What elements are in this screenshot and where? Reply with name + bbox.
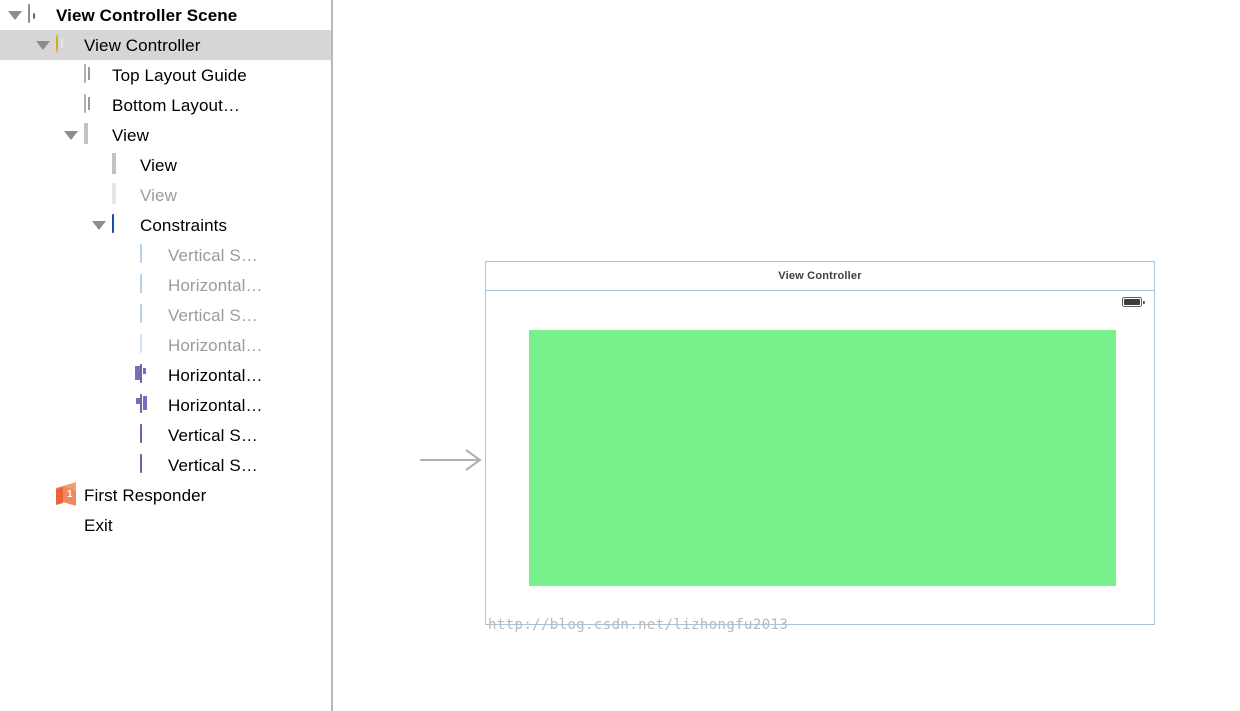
view-controller-icon	[56, 33, 58, 53]
outline-row[interactable]: Exit	[0, 510, 331, 540]
view-icon	[84, 122, 88, 144]
row-icon-slot	[56, 33, 77, 56]
outline-row-label: Exit	[84, 515, 113, 535]
outline-row[interactable]: View	[0, 120, 331, 150]
outline-row[interactable]: Top Layout Guide	[0, 60, 331, 90]
outline-row-label: First Responder	[84, 485, 207, 505]
outline-row[interactable]: View	[0, 180, 331, 210]
row-icon-slot	[140, 333, 161, 356]
bottom-layout-guide-icon	[84, 93, 90, 113]
outline-row-label: View	[140, 185, 177, 205]
outline-row-label: Vertical S…	[168, 245, 258, 265]
outline-row-label: View	[112, 125, 149, 145]
constraint-vertical-bottom-icon	[140, 453, 142, 473]
row-icon-slot	[84, 63, 105, 86]
outline-row[interactable]: Horizontal…	[0, 330, 331, 360]
constraint-icon	[140, 303, 151, 323]
outline-row-label: Horizontal…	[168, 365, 263, 385]
outline-row[interactable]: Horizontal…	[0, 390, 331, 420]
constraint-vertical-top-icon	[140, 423, 142, 443]
row-icon-slot	[140, 273, 161, 296]
constraint-icon	[140, 333, 151, 353]
outline-row[interactable]: Constraints	[0, 210, 331, 240]
row-icon-slot: 1	[56, 481, 77, 506]
outline-row[interactable]: View Controller Scene	[0, 0, 331, 30]
outline-row-label: Bottom Layout…	[112, 95, 241, 115]
watermark-text: http://blog.csdn.net/lizhongfu2013	[488, 617, 789, 633]
outline-row[interactable]: View	[0, 150, 331, 180]
scene-title: View Controller	[778, 270, 862, 282]
disclosure-triangle-icon[interactable]	[92, 220, 106, 230]
green-subview[interactable]	[529, 330, 1116, 586]
scene-titlebar: View Controller	[486, 262, 1154, 291]
outline-row[interactable]: Horizontal…	[0, 270, 331, 300]
disclosure-triangle-icon[interactable]	[36, 40, 50, 50]
simulated-status-bar	[486, 291, 1154, 313]
outline-row[interactable]: Vertical S…	[0, 300, 331, 330]
outline-row[interactable]: Bottom Layout…	[0, 90, 331, 120]
row-icon-slot	[84, 122, 105, 146]
outline-row-label: Vertical S…	[168, 455, 258, 475]
outline-row[interactable]: Vertical S…	[0, 450, 331, 480]
row-icon-slot	[84, 93, 105, 116]
disclosure-triangle-icon[interactable]	[8, 10, 22, 20]
constraint-icon	[140, 273, 151, 293]
view-controller-scene-frame[interactable]: View Controller http://blog.csdn.net/liz…	[485, 261, 1155, 633]
row-icon-slot	[140, 453, 161, 476]
outline-row-label: Top Layout Guide	[112, 65, 247, 85]
row-icon-slot	[112, 182, 133, 206]
outline-row[interactable]: View Controller	[0, 30, 331, 60]
view-icon	[112, 182, 116, 204]
row-icon-slot	[112, 213, 133, 236]
row-icon-slot	[112, 152, 133, 176]
outline-row-label: Vertical S…	[168, 305, 258, 325]
constraint-icon	[140, 243, 151, 263]
outline-row-label: Horizontal…	[168, 335, 263, 355]
outline-row[interactable]: Vertical S…	[0, 240, 331, 270]
storyboard-canvas[interactable]: View Controller http://blog.csdn.net/liz…	[335, 0, 1240, 711]
outline-row-label: View Controller Scene	[56, 5, 238, 25]
view-icon	[112, 152, 116, 174]
constraint-horizontal-trailing-icon	[136, 393, 147, 413]
outline-row-label: View	[140, 155, 177, 175]
disclosure-triangle-icon[interactable]	[64, 130, 78, 140]
top-layout-guide-icon	[84, 63, 90, 83]
xcode-interface-builder: View Controller Scene View Controller Top …	[0, 0, 1240, 711]
document-outline-panel[interactable]: View Controller Scene View Controller Top …	[0, 0, 333, 711]
entry-point-arrow	[420, 449, 482, 471]
row-icon-slot	[56, 515, 77, 536]
outline-row-list: View Controller Scene View Controller Top …	[0, 0, 331, 540]
outline-row[interactable]: Vertical S…	[0, 420, 331, 450]
battery-fill	[1124, 299, 1140, 305]
constraint-horizontal-leading-icon	[135, 363, 146, 383]
row-icon-slot	[136, 393, 161, 416]
row-icon-slot	[140, 303, 161, 326]
row-icon-slot	[140, 243, 161, 266]
outline-row-label: Vertical S…	[168, 425, 258, 445]
row-icon-slot	[28, 3, 49, 26]
outline-row-label: Constraints	[140, 215, 228, 235]
row-icon-slot	[140, 423, 161, 446]
scene-icon	[28, 3, 30, 23]
battery-icon	[1122, 297, 1145, 307]
outline-row[interactable]: 1 First Responder	[0, 480, 331, 510]
outline-row-label: Horizontal…	[168, 395, 263, 415]
row-icon-slot	[135, 363, 161, 386]
outline-row-label: View Controller	[84, 35, 201, 55]
constraints-icon	[112, 213, 124, 233]
outline-row[interactable]: Horizontal…	[0, 360, 331, 390]
outline-row-label: Horizontal…	[168, 275, 263, 295]
